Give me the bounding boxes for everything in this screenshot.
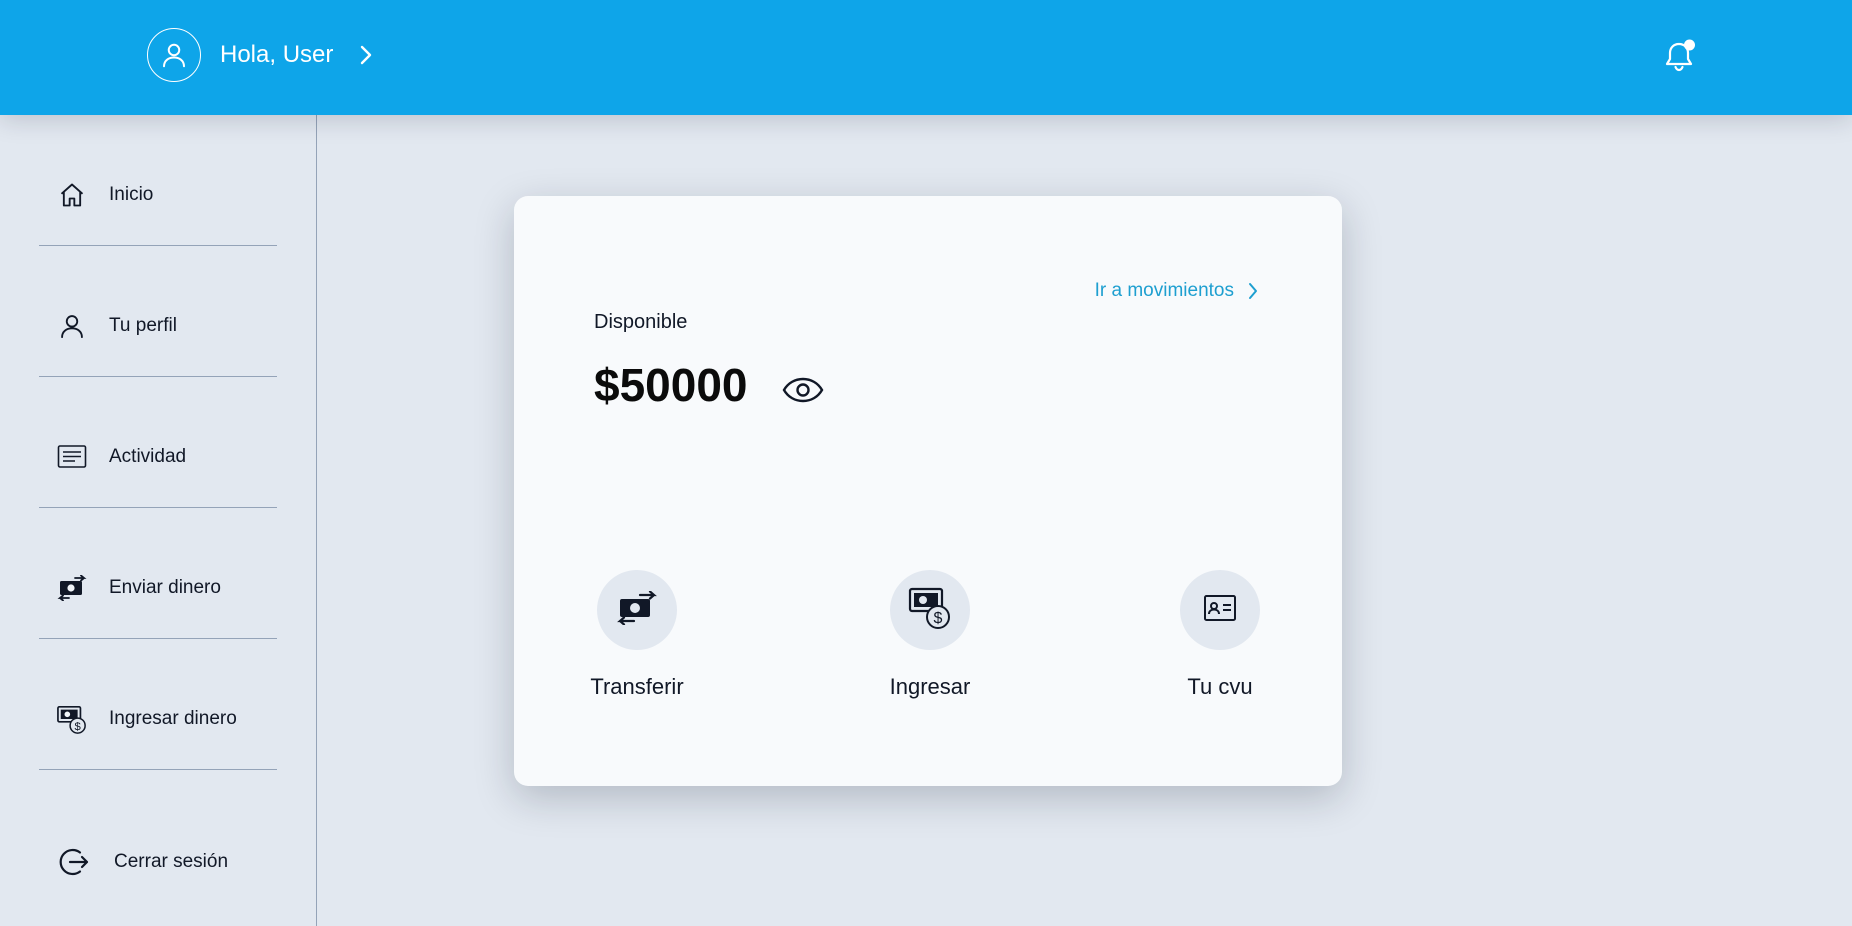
chevron-right-icon <box>1249 283 1257 299</box>
cvu-label: Tu cvu <box>1187 674 1253 699</box>
sidebar-item-actividad[interactable]: Actividad <box>39 377 277 508</box>
cvu-action[interactable]: Tu cvu <box>1180 570 1260 700</box>
sidebar-item-label: Enviar dinero <box>109 577 221 598</box>
top-bar: Hola, User <box>0 0 1852 115</box>
balance-amount: $50000 <box>594 359 748 411</box>
logout-button[interactable]: Cerrar sesión <box>39 832 277 892</box>
sidebar-item-enviar-dinero[interactable]: Enviar dinero <box>39 508 277 639</box>
action-circle: $ <box>890 570 970 650</box>
chevron-right-icon <box>359 44 373 66</box>
available-label: Disponible <box>594 311 688 333</box>
user-icon <box>57 311 87 341</box>
svg-text:$: $ <box>934 610 943 627</box>
sidebar-item-ingresar-dinero[interactable]: $ Ingresar dinero <box>39 639 277 770</box>
money-transfer-icon <box>616 589 658 630</box>
greeting-text: Hola, User <box>220 41 334 68</box>
logout-label: Cerrar sesión <box>114 851 229 872</box>
movements-link-label: Ir a movimientos <box>1094 280 1234 301</box>
sidebar-item-label: Ingresar dinero <box>109 708 237 729</box>
id-card-icon <box>1203 594 1237 627</box>
action-circle <box>1180 570 1260 650</box>
logout-icon <box>59 846 91 878</box>
home-icon <box>57 180 87 210</box>
svg-text:$: $ <box>74 721 81 733</box>
user-circle-icon <box>147 28 201 82</box>
list-icon <box>57 442 87 472</box>
transfer-action[interactable]: Transferir <box>590 570 684 700</box>
bell-icon[interactable] <box>1661 36 1699 74</box>
notification-dot <box>1684 39 1695 51</box>
deposit-action[interactable]: $ Ingresar <box>888 570 972 700</box>
movements-link[interactable]: Ir a movimientos <box>1095 280 1258 302</box>
sidebar-item-tu-perfil[interactable]: Tu perfil <box>39 246 277 377</box>
balance-card: Ir a movimientos Disponible $50000 Trans… <box>514 196 1342 786</box>
deposit-label: Ingresar <box>889 674 971 699</box>
money-transfer-icon <box>57 573 87 603</box>
sidebar-item-label: Tu perfil <box>109 315 177 336</box>
money-deposit-icon: $ <box>908 586 952 635</box>
money-deposit-icon: $ <box>57 704 87 734</box>
sidebar-item-label: Inicio <box>109 184 154 205</box>
sidebar-item-inicio[interactable]: Inicio <box>39 115 277 246</box>
sidebar: Inicio Tu perfil Actividad Enviar dinero… <box>0 115 317 926</box>
action-circle <box>597 570 677 650</box>
user-profile-link[interactable]: Hola, User <box>147 28 373 82</box>
transfer-label: Transferir <box>590 674 684 699</box>
eye-icon[interactable] <box>782 369 824 411</box>
sidebar-item-label: Actividad <box>109 446 187 467</box>
